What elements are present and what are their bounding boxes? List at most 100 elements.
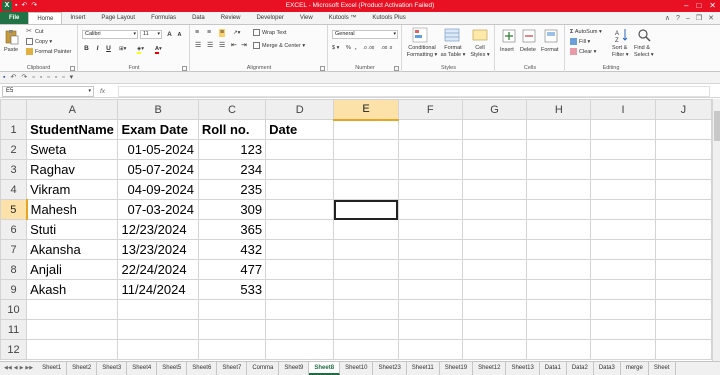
sheet-tab[interactable]: Sheet7	[217, 362, 248, 375]
sheet-tab[interactable]: Sheet	[649, 362, 676, 375]
conditional-formatting-button[interactable]: Conditional Formatting ▾	[405, 45, 439, 58]
cell-f4[interactable]	[397, 179, 463, 200]
cell-c1[interactable]: Roll no.	[197, 119, 267, 140]
tab-data[interactable]: Data	[184, 12, 213, 24]
cell-d1[interactable]: Date	[265, 119, 335, 140]
tab-file[interactable]: File	[0, 12, 29, 24]
select-all-corner[interactable]	[0, 99, 28, 120]
row-header[interactable]: 9	[0, 279, 28, 300]
cell-a7[interactable]: Akansha	[26, 239, 119, 260]
cell-i1[interactable]	[590, 119, 656, 140]
tab-page-layout[interactable]: Page Layout	[93, 12, 143, 24]
font-name-combo[interactable]: Calibri ▾	[82, 30, 138, 39]
paste-icon[interactable]	[4, 29, 20, 45]
format-button[interactable]: Format	[541, 46, 558, 54]
cell-c3[interactable]: 234	[197, 159, 267, 180]
maximize-icon[interactable]: □	[696, 0, 701, 12]
cell-a11[interactable]	[26, 319, 119, 340]
cell-d8[interactable]	[265, 259, 335, 280]
bottom-align-icon[interactable]: ≡	[219, 29, 226, 37]
cell-d11[interactable]	[265, 319, 335, 340]
cell-e2[interactable]	[333, 139, 399, 160]
cell-c2[interactable]: 123	[197, 139, 267, 160]
cell-d3[interactable]	[265, 159, 335, 180]
comma-button[interactable]: ,	[355, 44, 357, 52]
cell-a2[interactable]: Sweta	[26, 139, 119, 160]
cell-i12[interactable]	[590, 339, 656, 360]
cell-j1[interactable]	[654, 119, 713, 140]
grow-font-button[interactable]: A	[165, 30, 174, 39]
cell-h3[interactable]	[526, 159, 592, 180]
toolbar-button-icon[interactable]: ▫	[47, 72, 49, 83]
sheet-tab[interactable]: Sheet3	[97, 362, 128, 375]
cell-b12[interactable]	[117, 339, 199, 360]
sheet-tab[interactable]: Data3	[594, 362, 621, 375]
sheet-tab[interactable]: Comma	[247, 362, 280, 375]
cell-e3[interactable]	[333, 159, 399, 180]
tab-view[interactable]: View	[292, 12, 321, 24]
column-header-e[interactable]: E	[333, 99, 399, 121]
wrap-text-button[interactable]: Wrap Text	[253, 29, 287, 37]
cell-a3[interactable]: Raghav	[26, 159, 119, 180]
cell-h2[interactable]	[526, 139, 592, 160]
cell-h4[interactable]	[526, 179, 592, 200]
cell-c6[interactable]: 365	[197, 219, 267, 240]
cell-h12[interactable]	[526, 339, 592, 360]
underline-button[interactable]: U	[104, 44, 113, 53]
cell-g3[interactable]	[461, 159, 528, 180]
cell-a5[interactable]: Mahesh	[26, 199, 119, 220]
decrease-indent-icon[interactable]: ⇤	[231, 42, 237, 50]
cell-j11[interactable]	[654, 319, 713, 340]
cell-i9[interactable]	[590, 279, 656, 300]
save-icon[interactable]: ▪	[3, 72, 5, 83]
middle-align-icon[interactable]: ≡	[207, 29, 211, 37]
orientation-icon[interactable]: ↗▾	[233, 29, 240, 37]
redo-icon[interactable]: ↷	[21, 72, 27, 83]
decrease-decimal-button[interactable]: .00 .0	[381, 44, 392, 52]
insert-button[interactable]: Insert	[500, 46, 514, 54]
tab-developer[interactable]: Developer	[248, 12, 291, 24]
cell-e6[interactable]	[333, 219, 399, 240]
cell-c5[interactable]: 309	[197, 199, 267, 220]
delete-button[interactable]: Delete	[520, 46, 536, 54]
row-header[interactable]: 8	[0, 259, 28, 280]
cell-g1[interactable]	[461, 119, 528, 140]
close-icon[interactable]: ✕	[709, 0, 716, 12]
row-header[interactable]: 12	[0, 339, 28, 360]
column-header-h[interactable]: H	[526, 99, 592, 120]
cell-f5[interactable]	[397, 199, 463, 220]
cell-h9[interactable]	[526, 279, 592, 300]
cell-b7[interactable]: 13/23/2024	[117, 239, 199, 260]
minimize-icon[interactable]: –	[684, 0, 688, 12]
cell-j9[interactable]	[654, 279, 713, 300]
cell-a9[interactable]: Akash	[26, 279, 119, 300]
cell-e10[interactable]	[333, 299, 399, 320]
vertical-scrollbar[interactable]	[712, 99, 720, 361]
cut-button[interactable]: ✂ Cut	[26, 28, 44, 36]
toolbar-button-icon[interactable]: ▫	[32, 72, 34, 83]
align-right-icon[interactable]: ☰	[219, 42, 225, 50]
number-launcher-icon[interactable]	[394, 66, 399, 71]
cell-d5[interactable]	[265, 199, 335, 220]
cell-e4[interactable]	[333, 179, 399, 200]
cell-h11[interactable]	[526, 319, 592, 340]
cell-f6[interactable]	[397, 219, 463, 240]
prev-sheet-icon[interactable]: ◀	[14, 362, 18, 375]
row-header[interactable]: 3	[0, 159, 28, 180]
workbook-restore-icon[interactable]: ❐	[696, 12, 702, 24]
sheet-tab[interactable]: Data2	[567, 362, 594, 375]
cell-c10[interactable]	[197, 299, 267, 320]
format-as-table-button[interactable]: Format as Table ▾	[440, 45, 466, 58]
cell-b6[interactable]: 12/23/2024	[117, 219, 199, 240]
borders-icon[interactable]: ⊞▾	[119, 45, 126, 53]
currency-button[interactable]: $ ▾	[332, 44, 339, 52]
cell-b8[interactable]: 22/24/2024	[117, 259, 199, 280]
sheet-tab[interactable]: Sheet10	[340, 362, 374, 375]
cell-j12[interactable]	[654, 339, 713, 360]
increase-decimal-button[interactable]: .0 .00	[363, 44, 374, 52]
row-header[interactable]: 11	[0, 319, 28, 340]
cell-c9[interactable]: 533	[197, 279, 267, 300]
cell-e11[interactable]	[333, 319, 399, 340]
sheet-tab[interactable]: Sheet1	[37, 362, 68, 375]
help-icon[interactable]: ?	[676, 12, 680, 24]
